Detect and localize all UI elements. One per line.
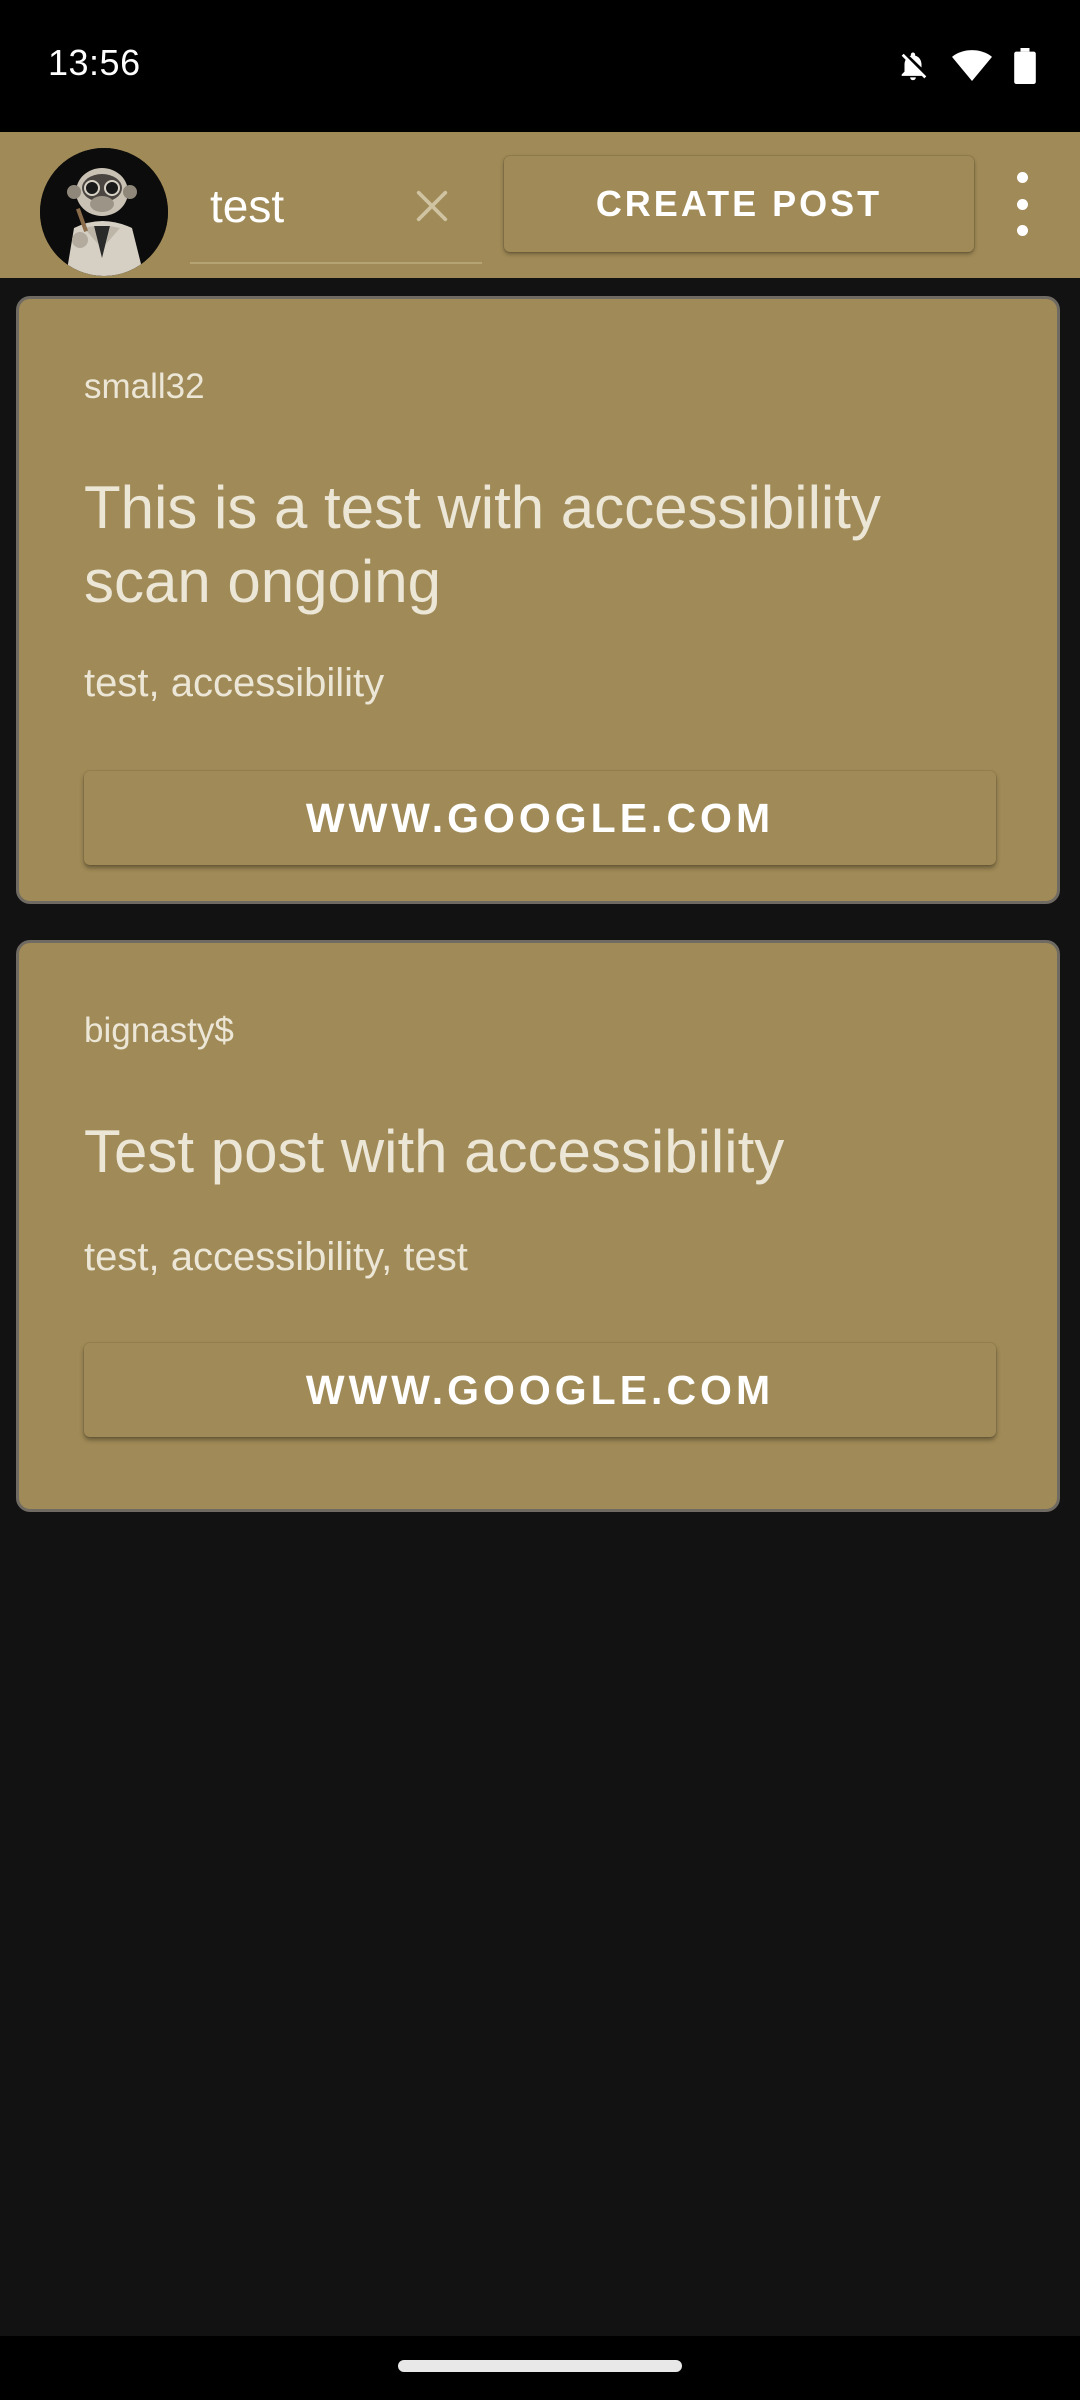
wifi-icon [952,49,992,83]
search-input[interactable] [210,170,390,242]
post-tags: test, accessibility [84,661,385,705]
home-indicator[interactable] [398,2360,682,2372]
post-author: small32 [84,367,205,406]
menu-dot [1016,172,1028,183]
more-vert-icon[interactable] [1000,172,1044,236]
status-time: 13:56 [48,42,141,83]
post-author: bignasty$ [84,1011,234,1050]
post-card[interactable]: small32 This is a test with accessibilit… [16,296,1060,904]
post-tags: test, accessibility, test [84,1235,468,1279]
post-feed: small32 This is a test with accessibilit… [0,278,1080,2336]
monkey-avatar-icon [40,148,168,276]
menu-dot [1016,225,1028,236]
status-icons [896,42,1036,90]
close-icon [416,190,448,222]
menu-dot [1016,198,1028,210]
app-bar: CREATE POST [0,132,1080,278]
search-field [190,150,482,264]
post-title: This is a test with accessibility scan o… [84,474,881,615]
post-link-button[interactable]: WWW.GOOGLE.COM [84,1343,996,1437]
post-card[interactable]: bignasty$ Test post with accessibility t… [16,940,1060,1512]
bell-off-icon [896,48,930,84]
battery-icon [1014,48,1036,84]
create-post-button[interactable]: CREATE POST [504,156,974,252]
post-title: Test post with accessibility [84,1118,785,1185]
post-link-button[interactable]: WWW.GOOGLE.COM [84,771,996,865]
avatar[interactable] [40,148,168,276]
system-nav-bar [0,2336,1080,2400]
status-bar: 13:56 [0,0,1080,132]
clear-search-button[interactable] [402,176,462,236]
